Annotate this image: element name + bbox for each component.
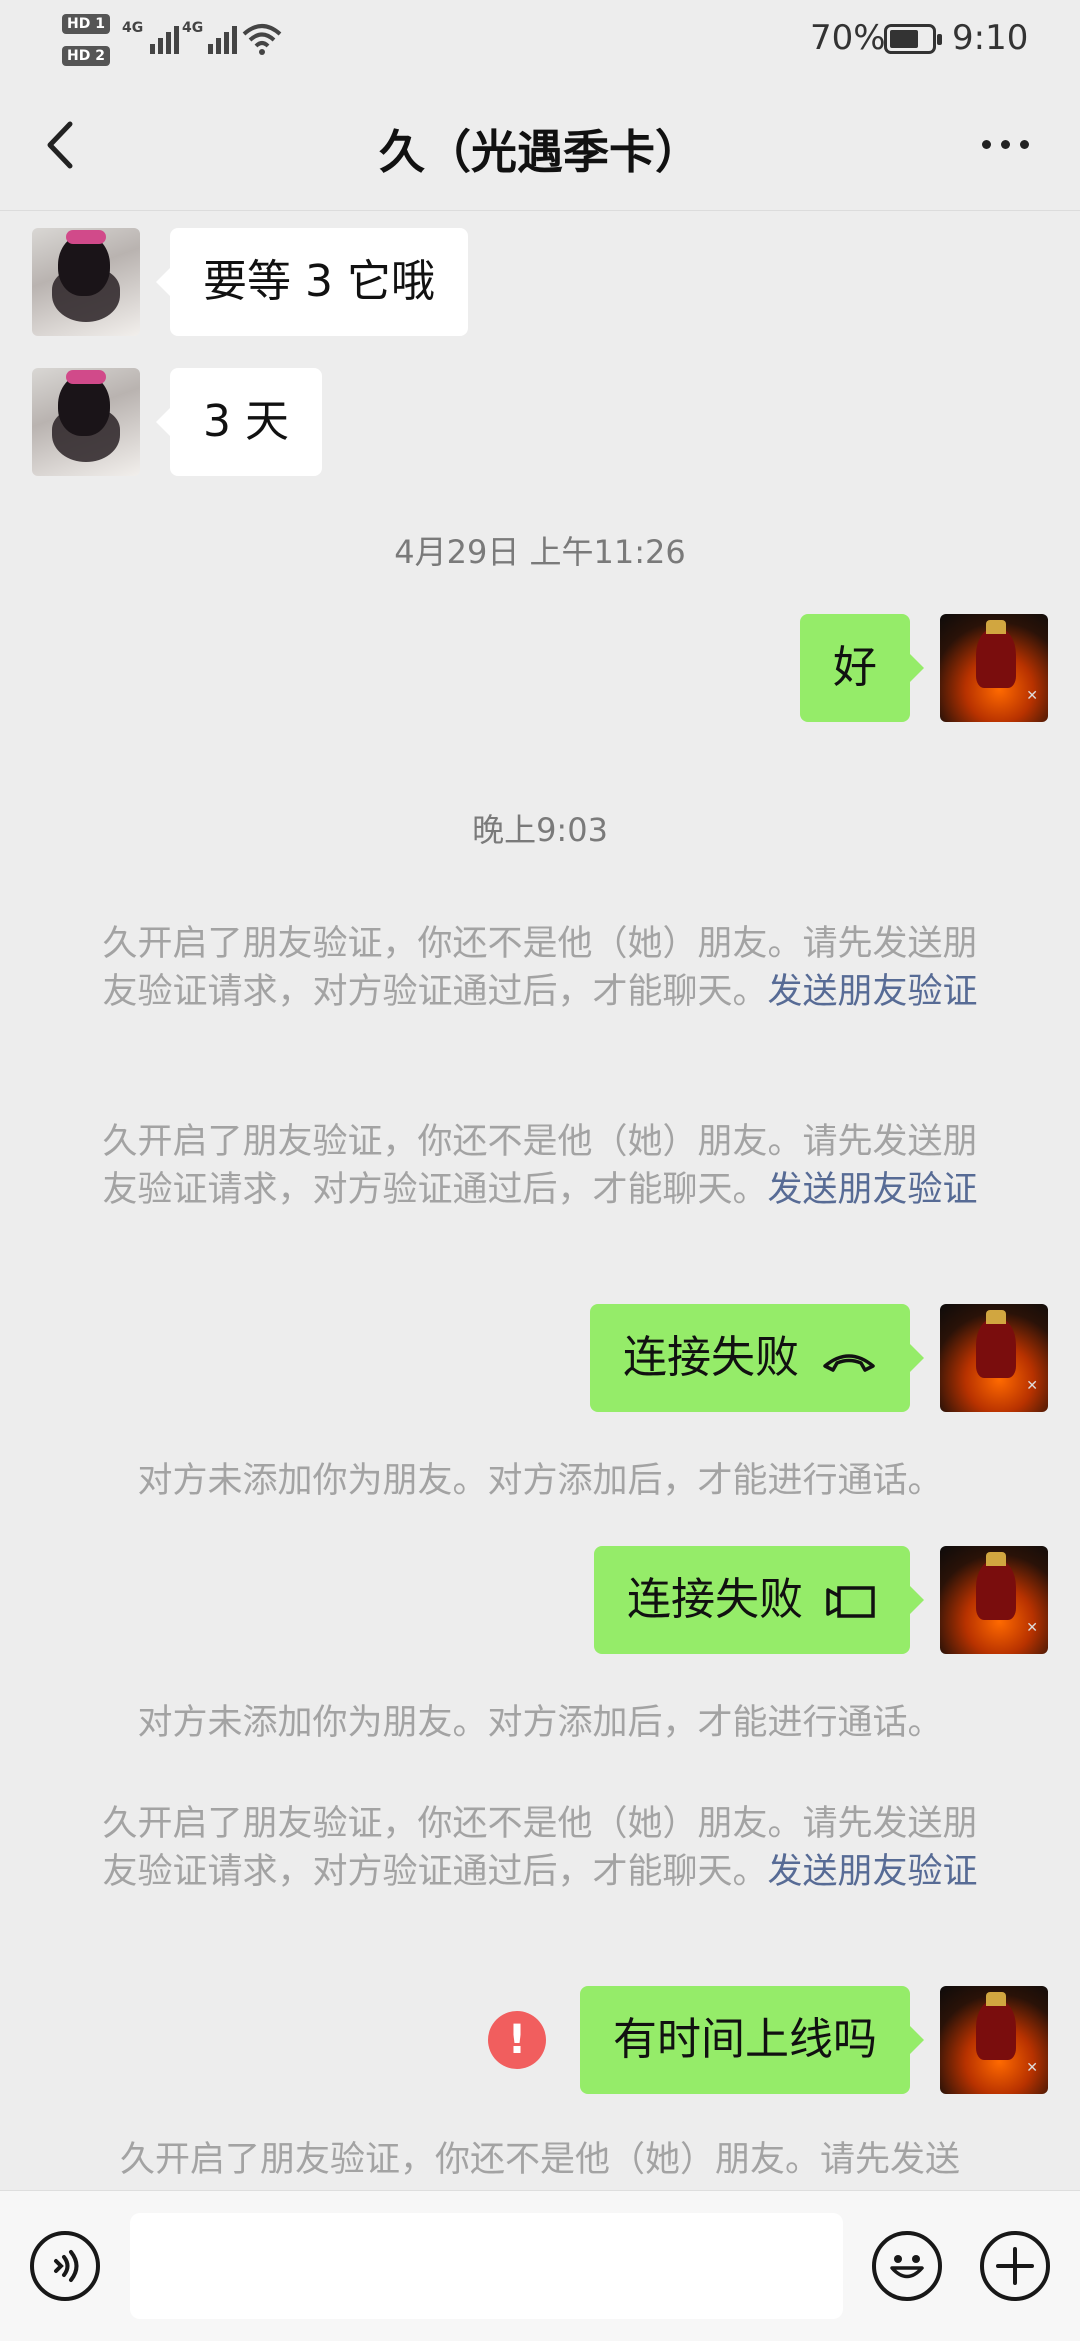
call-status-label: 连接失败 [623, 1332, 799, 1383]
chat-header: 久（光遇季卡） [0, 80, 1080, 211]
video-call-icon [826, 1586, 875, 1618]
system-message: 对方未添加你为朋友。对方添加后，才能进行通话。 [137, 1703, 943, 1743]
chat-title: 久（光遇季卡） [379, 125, 701, 179]
system-message: 久开启了朋友验证，你还不是他（她）朋友。请先发送 [119, 2140, 960, 2180]
call-failed-bubble[interactable]: 连接失败 [590, 1304, 924, 1412]
my-avatar[interactable]: ✕ [940, 1304, 1048, 1412]
contact-avatar[interactable] [32, 368, 140, 476]
system-message: 久开启了朋友验证，你还不是他（她）朋友。请先发送朋友验证请求，对方验证通过后，才… [90, 1118, 990, 1214]
message-bubble-outgoing[interactable]: 好 [800, 614, 924, 722]
send-verification-link[interactable]: 发送朋友验证 [768, 1170, 978, 1210]
video-call-failed-bubble[interactable]: 连接失败 [594, 1546, 924, 1654]
send-failed-icon[interactable]: ! [488, 2011, 546, 2069]
phone-hangup-icon [823, 1354, 875, 1372]
timestamp: 晚上9:03 [472, 811, 608, 849]
battery-icon [884, 24, 942, 54]
signal-icon [150, 24, 179, 54]
network-type-1: 4G [122, 20, 144, 36]
message-bubble-incoming[interactable]: 要等 3 它哦 [156, 228, 468, 336]
call-status-label: 连接失败 [627, 1574, 803, 1625]
clock: 9:10 [952, 18, 1029, 58]
my-avatar[interactable]: ✕ [940, 614, 1048, 722]
system-message: 久开启了朋友验证，你还不是他（她）朋友。请先发送朋友验证请求，对方验证通过后，才… [90, 1800, 990, 1896]
send-verification-link[interactable]: 发送朋友验证 [768, 972, 978, 1012]
status-bar: HD 1 HD 2 4G 4G 70% 9:10 [0, 0, 1080, 80]
voice-icon[interactable] [30, 2231, 100, 2301]
hd1-badge: HD 1 [62, 14, 110, 34]
signal-icon [208, 24, 237, 54]
contact-avatar[interactable] [32, 228, 140, 336]
wifi-icon [242, 24, 282, 55]
my-avatar[interactable]: ✕ [940, 1546, 1048, 1654]
battery-percent: 70% [810, 18, 886, 58]
emoji-icon[interactable] [872, 2231, 942, 2301]
message-input[interactable] [130, 2213, 843, 2319]
input-bar [0, 2190, 1080, 2341]
system-message: 久开启了朋友验证，你还不是他（她）朋友。请先发送朋友验证请求，对方验证通过后，才… [90, 920, 990, 1016]
timestamp: 4月29日 上午11:26 [394, 533, 686, 571]
more-dots-icon[interactable] [970, 124, 1040, 164]
hd2-badge: HD 2 [62, 46, 110, 66]
network-type-2: 4G [182, 20, 204, 36]
send-verification-link[interactable]: 发送朋友验证 [768, 1852, 978, 1892]
message-bubble-outgoing[interactable]: 有时间上线吗 [580, 1986, 924, 2094]
plus-icon[interactable] [980, 2231, 1050, 2301]
message-bubble-incoming[interactable]: 3 天 [156, 368, 322, 476]
system-message: 对方未添加你为朋友。对方添加后，才能进行通话。 [137, 1461, 943, 1501]
my-avatar[interactable]: ✕ [940, 1986, 1048, 2094]
